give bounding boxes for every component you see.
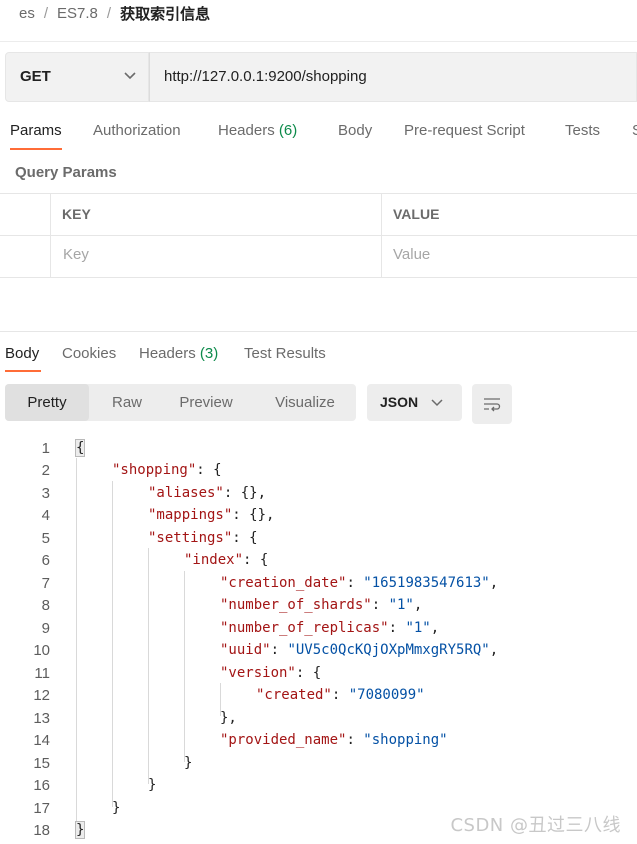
method-label: GET	[20, 68, 51, 85]
line-number: 15	[33, 755, 50, 772]
code-line: }	[74, 821, 86, 839]
code-line: {	[74, 439, 86, 457]
line-number: 9	[41, 620, 50, 637]
divider	[0, 41, 637, 42]
code-line: "settings": {	[148, 530, 258, 546]
line-number: 14	[33, 732, 50, 749]
active-tab-indicator	[5, 370, 41, 372]
tab-response-headers-count: (3)	[199, 345, 219, 362]
format-switcher: Pretty Raw Preview Visualize	[5, 384, 356, 421]
chevron-down-icon	[124, 72, 136, 80]
tab-cookies[interactable]: Cookies	[62, 345, 116, 362]
breadcrumb-separator: /	[43, 4, 49, 22]
code-line: }	[148, 777, 157, 793]
code-line: "index": {	[184, 552, 269, 568]
indent-guide	[76, 458, 77, 830]
tab-response-headers-label: Headers	[139, 345, 196, 362]
column-divider	[50, 194, 51, 277]
wrap-lines-button[interactable]	[472, 384, 512, 424]
line-number: 3	[41, 485, 50, 502]
tab-tests[interactable]: Tests	[565, 122, 600, 139]
format-visualize[interactable]: Visualize	[257, 384, 353, 421]
line-number: 17	[33, 800, 50, 817]
language-label: JSON	[380, 394, 419, 410]
key-column-header: KEY	[62, 206, 91, 222]
line-number: 6	[41, 552, 50, 569]
tab-response-body[interactable]: Body	[5, 345, 39, 362]
chevron-down-icon	[431, 399, 443, 407]
tab-authorization[interactable]: Authorization	[93, 122, 181, 139]
pane-divider[interactable]	[0, 331, 637, 332]
tab-settings[interactable]: S	[632, 122, 637, 139]
code-text: }	[74, 821, 86, 839]
code-line: "uuid": "UV5c0QcKQjOXpMmxgRY5RQ",	[220, 642, 499, 658]
line-number: 7	[41, 575, 50, 592]
line-number: 18	[33, 822, 50, 839]
breadcrumb-separator: /	[106, 4, 112, 22]
tab-headers[interactable]: Headers (6)	[218, 122, 297, 139]
method-select[interactable]: GET	[5, 52, 149, 102]
line-number: 8	[41, 597, 50, 614]
indent-guide	[148, 548, 149, 784]
code-line: "number_of_shards": "1",	[220, 597, 423, 613]
code-line: "created": "7080099"	[256, 687, 425, 703]
tab-test-results[interactable]: Test Results	[244, 345, 326, 362]
tab-response-headers[interactable]: Headers (3)	[139, 345, 218, 362]
code-line: "version": {	[220, 665, 322, 681]
line-number: 5	[41, 530, 50, 547]
url-text: http://127.0.0.1:9200/shopping	[164, 68, 367, 85]
request-name[interactable]: 获取索引信息	[120, 3, 210, 24]
param-key-input[interactable]: Key	[63, 246, 89, 263]
breadcrumb-item-workspace[interactable]: es	[19, 5, 35, 22]
tab-params[interactable]: Params	[10, 122, 62, 139]
query-params-title: Query Params	[15, 164, 117, 181]
code-line: }	[184, 755, 193, 771]
line-number: 1	[41, 440, 50, 457]
code-line: "creation_date": "1651983547613",	[220, 575, 499, 591]
tab-headers-label: Headers	[218, 122, 275, 139]
tab-body[interactable]: Body	[338, 122, 372, 139]
code-line: },	[220, 710, 237, 726]
line-number: 12	[33, 687, 50, 704]
code-line: }	[112, 800, 121, 816]
column-divider	[381, 194, 382, 277]
tab-headers-count: (6)	[278, 122, 298, 139]
active-tab-indicator	[10, 148, 62, 150]
code-line: "shopping": {	[112, 462, 222, 478]
line-number: 2	[41, 462, 50, 479]
watermark: CSDN @丑过三八线	[450, 815, 621, 836]
response-body-viewer[interactable]: 1 2 3 4 5 6 7 8 9 10 11 12 13 14 15 16 1…	[0, 436, 637, 842]
indent-guide	[112, 481, 113, 807]
tab-pre-request-script[interactable]: Pre-request Script	[404, 122, 525, 139]
format-pretty[interactable]: Pretty	[5, 384, 89, 421]
line-number: 11	[34, 665, 50, 682]
line-number: 10	[33, 642, 50, 659]
param-value-input[interactable]: Value	[393, 246, 430, 263]
breadcrumb-item-collection[interactable]: ES7.8	[57, 5, 98, 22]
language-select[interactable]: JSON	[367, 384, 462, 421]
value-column-header: VALUE	[393, 206, 440, 222]
code-text: {	[74, 439, 86, 457]
breadcrumb: es / ES7.8 / 获取索引信息	[19, 2, 210, 24]
indent-guide	[184, 571, 185, 762]
line-number: 4	[41, 507, 50, 524]
line-number: 16	[33, 777, 50, 794]
line-number: 13	[33, 710, 50, 727]
url-input[interactable]: http://127.0.0.1:9200/shopping	[149, 52, 637, 102]
format-preview[interactable]: Preview	[165, 384, 247, 421]
code-line: "number_of_replicas": "1",	[220, 620, 440, 636]
params-table: KEY VALUE Key Value	[0, 193, 637, 278]
code-line: "aliases": {},	[148, 485, 267, 501]
wrap-lines-icon	[484, 398, 501, 412]
table-header-row	[0, 194, 637, 236]
format-raw[interactable]: Raw	[91, 384, 163, 421]
code-line: "provided_name": "shopping"	[220, 732, 448, 748]
code-line: "mappings": {},	[148, 507, 275, 523]
